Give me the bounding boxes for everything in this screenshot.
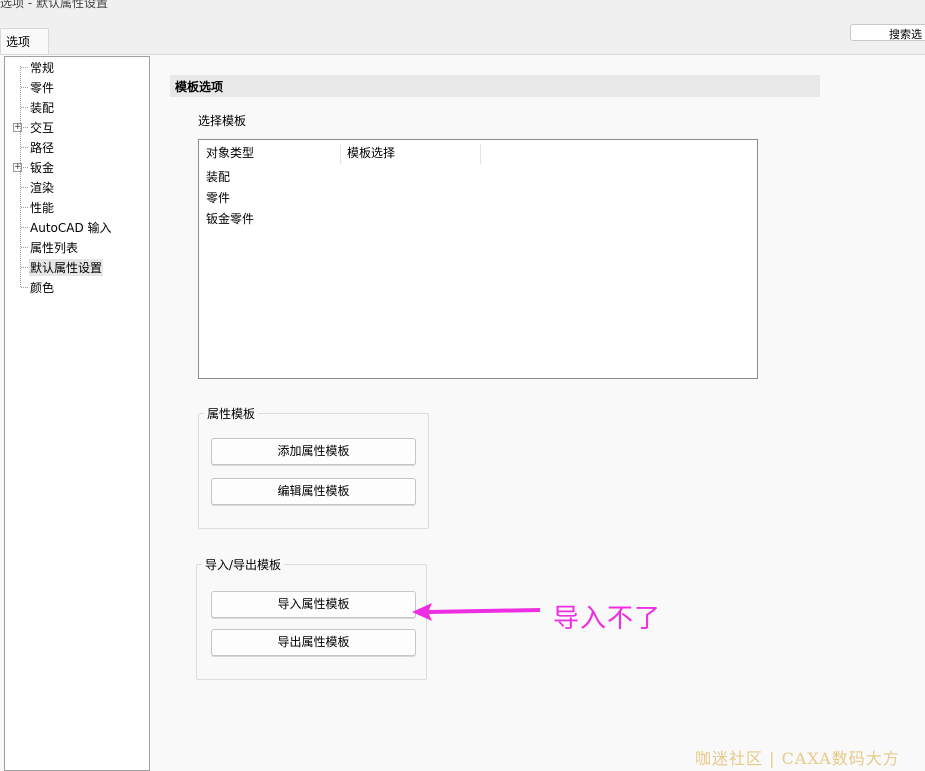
tree-item-label: 装配 xyxy=(30,101,55,115)
list-item[interactable]: 装配 xyxy=(206,168,230,185)
list-item[interactable]: 零件 xyxy=(206,189,230,206)
template-list[interactable]: 对象类型 模板选择 装配 零件 钣金零件 xyxy=(198,139,758,379)
add-attribute-template-button[interactable]: 添加属性模板 xyxy=(211,438,416,465)
section-title: 模板选项 xyxy=(170,75,820,97)
import-export-group xyxy=(196,564,427,680)
tab-strip xyxy=(0,18,925,54)
export-attribute-template-button[interactable]: 导出属性模板 xyxy=(211,629,416,656)
tree-item-color[interactable]: 颜色 xyxy=(5,278,145,296)
column-header-object-type[interactable]: 对象类型 xyxy=(199,144,340,164)
window-title-bar: 选项 - 默认属性设置 xyxy=(0,0,925,18)
tree-item-label: 颜色 xyxy=(30,281,55,295)
edit-attribute-template-button[interactable]: 编辑属性模板 xyxy=(211,478,416,505)
tree-item-label: 交互 xyxy=(30,121,55,135)
tree-item-sheet-metal[interactable]: + 钣金 xyxy=(5,158,145,176)
tree-item-label: AutoCAD 输入 xyxy=(30,221,112,235)
tree-item-render[interactable]: 渲染 xyxy=(5,178,145,196)
tree-item-performance[interactable]: 性能 xyxy=(5,198,145,216)
annotation-arrow-icon xyxy=(412,603,540,621)
search-button[interactable]: 搜索选 xyxy=(850,24,925,41)
tab-options[interactable]: 选项 xyxy=(0,28,49,54)
tree-item-label: 属性列表 xyxy=(30,241,79,255)
tree-item-path[interactable]: 路径 xyxy=(5,138,145,156)
import-attribute-template-button[interactable]: 导入属性模板 xyxy=(211,591,416,618)
tree-item-label: 默认属性设置 xyxy=(29,259,104,276)
tree-item-interaction[interactable]: + 交互 xyxy=(5,118,145,136)
tree-item-label: 常规 xyxy=(30,61,55,75)
tree-item-autocad-import[interactable]: AutoCAD 输入 xyxy=(5,218,145,236)
tree-connector-line xyxy=(20,66,21,287)
list-item[interactable]: 钣金零件 xyxy=(206,210,254,227)
import-export-group-title: 导入/导出模板 xyxy=(202,556,285,573)
tree-item-label: 性能 xyxy=(30,201,55,215)
tree-item-label: 钣金 xyxy=(30,161,55,175)
attribute-template-group-title: 属性模板 xyxy=(204,405,259,422)
column-header-template-select[interactable]: 模板选择 xyxy=(340,144,480,164)
tree-item-label: 路径 xyxy=(30,141,55,155)
tree-item-assembly[interactable]: 装配 xyxy=(5,98,145,116)
annotation-text: 导入不了 xyxy=(553,604,662,634)
options-tree[interactable]: 常规 零件 装配 + 交互 路径 + 钣金 渲染 性能 AutoCAD 输入 属… xyxy=(4,56,150,771)
tree-item-label: 零件 xyxy=(30,81,55,95)
tree-item-label: 渲染 xyxy=(30,181,55,195)
attribute-template-group xyxy=(198,413,429,529)
tree-item-attribute-list[interactable]: 属性列表 xyxy=(5,238,145,256)
column-separator xyxy=(480,144,481,164)
watermark-text: 咖迷社区 | CAXA数码大方 xyxy=(695,749,900,768)
window-title: 选项 - 默认属性设置 xyxy=(0,0,108,10)
select-template-label: 选择模板 xyxy=(198,114,247,128)
tree-item-general[interactable]: 常规 xyxy=(5,58,145,76)
tree-item-default-attribute-settings[interactable]: 默认属性设置 xyxy=(5,258,145,276)
tree-item-part[interactable]: 零件 xyxy=(5,78,145,96)
